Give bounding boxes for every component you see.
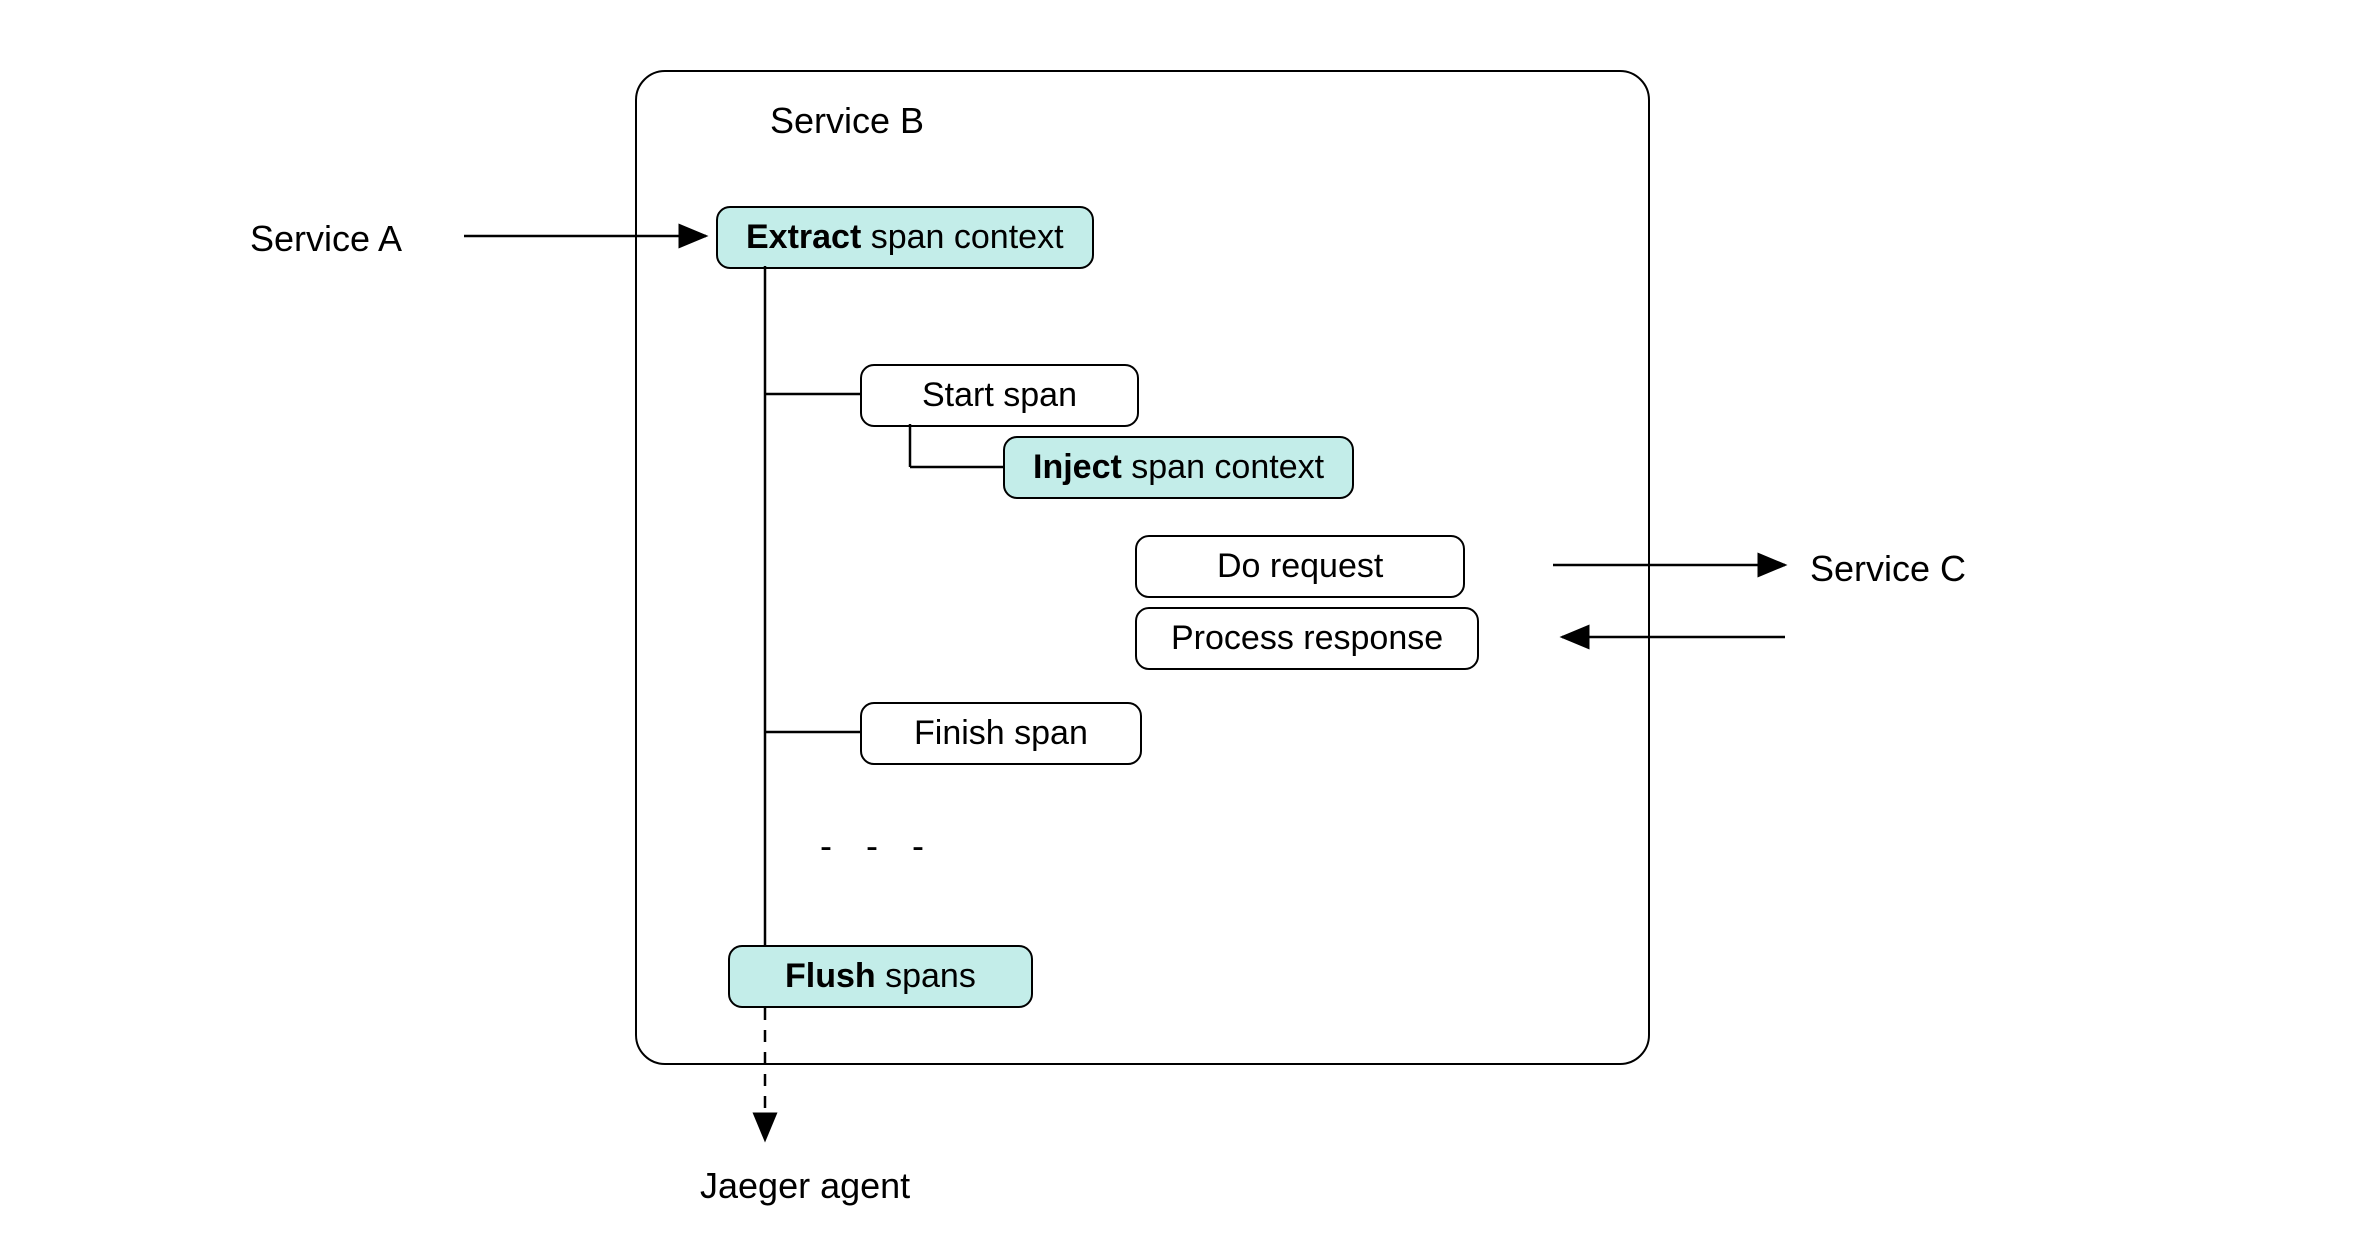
do-request-text: Do request [1217, 547, 1383, 585]
process-response-text: Process response [1171, 619, 1443, 657]
service-a-label: Service A [250, 218, 402, 260]
start-span-text: Start span [922, 376, 1077, 414]
inject-rest: span context [1122, 448, 1324, 486]
extract-node: Extract span context [716, 206, 1094, 269]
inject-bold: Inject [1033, 448, 1122, 486]
flush-node: Flush spans [728, 945, 1033, 1008]
jaeger-agent-label: Jaeger agent [700, 1165, 910, 1207]
tracing-flow-diagram: Service A Service B Service C Jaeger age… [0, 0, 2368, 1238]
service-b-label: Service B [770, 100, 924, 142]
extract-bold: Extract [746, 218, 861, 256]
flush-bold: Flush [785, 957, 876, 995]
flush-rest: spans [876, 957, 976, 995]
finish-span-node: Finish span [860, 702, 1142, 765]
do-request-node: Do request [1135, 535, 1465, 598]
start-span-node: Start span [860, 364, 1139, 427]
process-response-node: Process response [1135, 607, 1479, 670]
ellipsis-label: - - - [820, 825, 936, 867]
extract-rest: span context [861, 218, 1063, 256]
inject-node: Inject span context [1003, 436, 1354, 499]
finish-span-text: Finish span [914, 714, 1088, 752]
service-c-label: Service C [1810, 548, 1966, 590]
